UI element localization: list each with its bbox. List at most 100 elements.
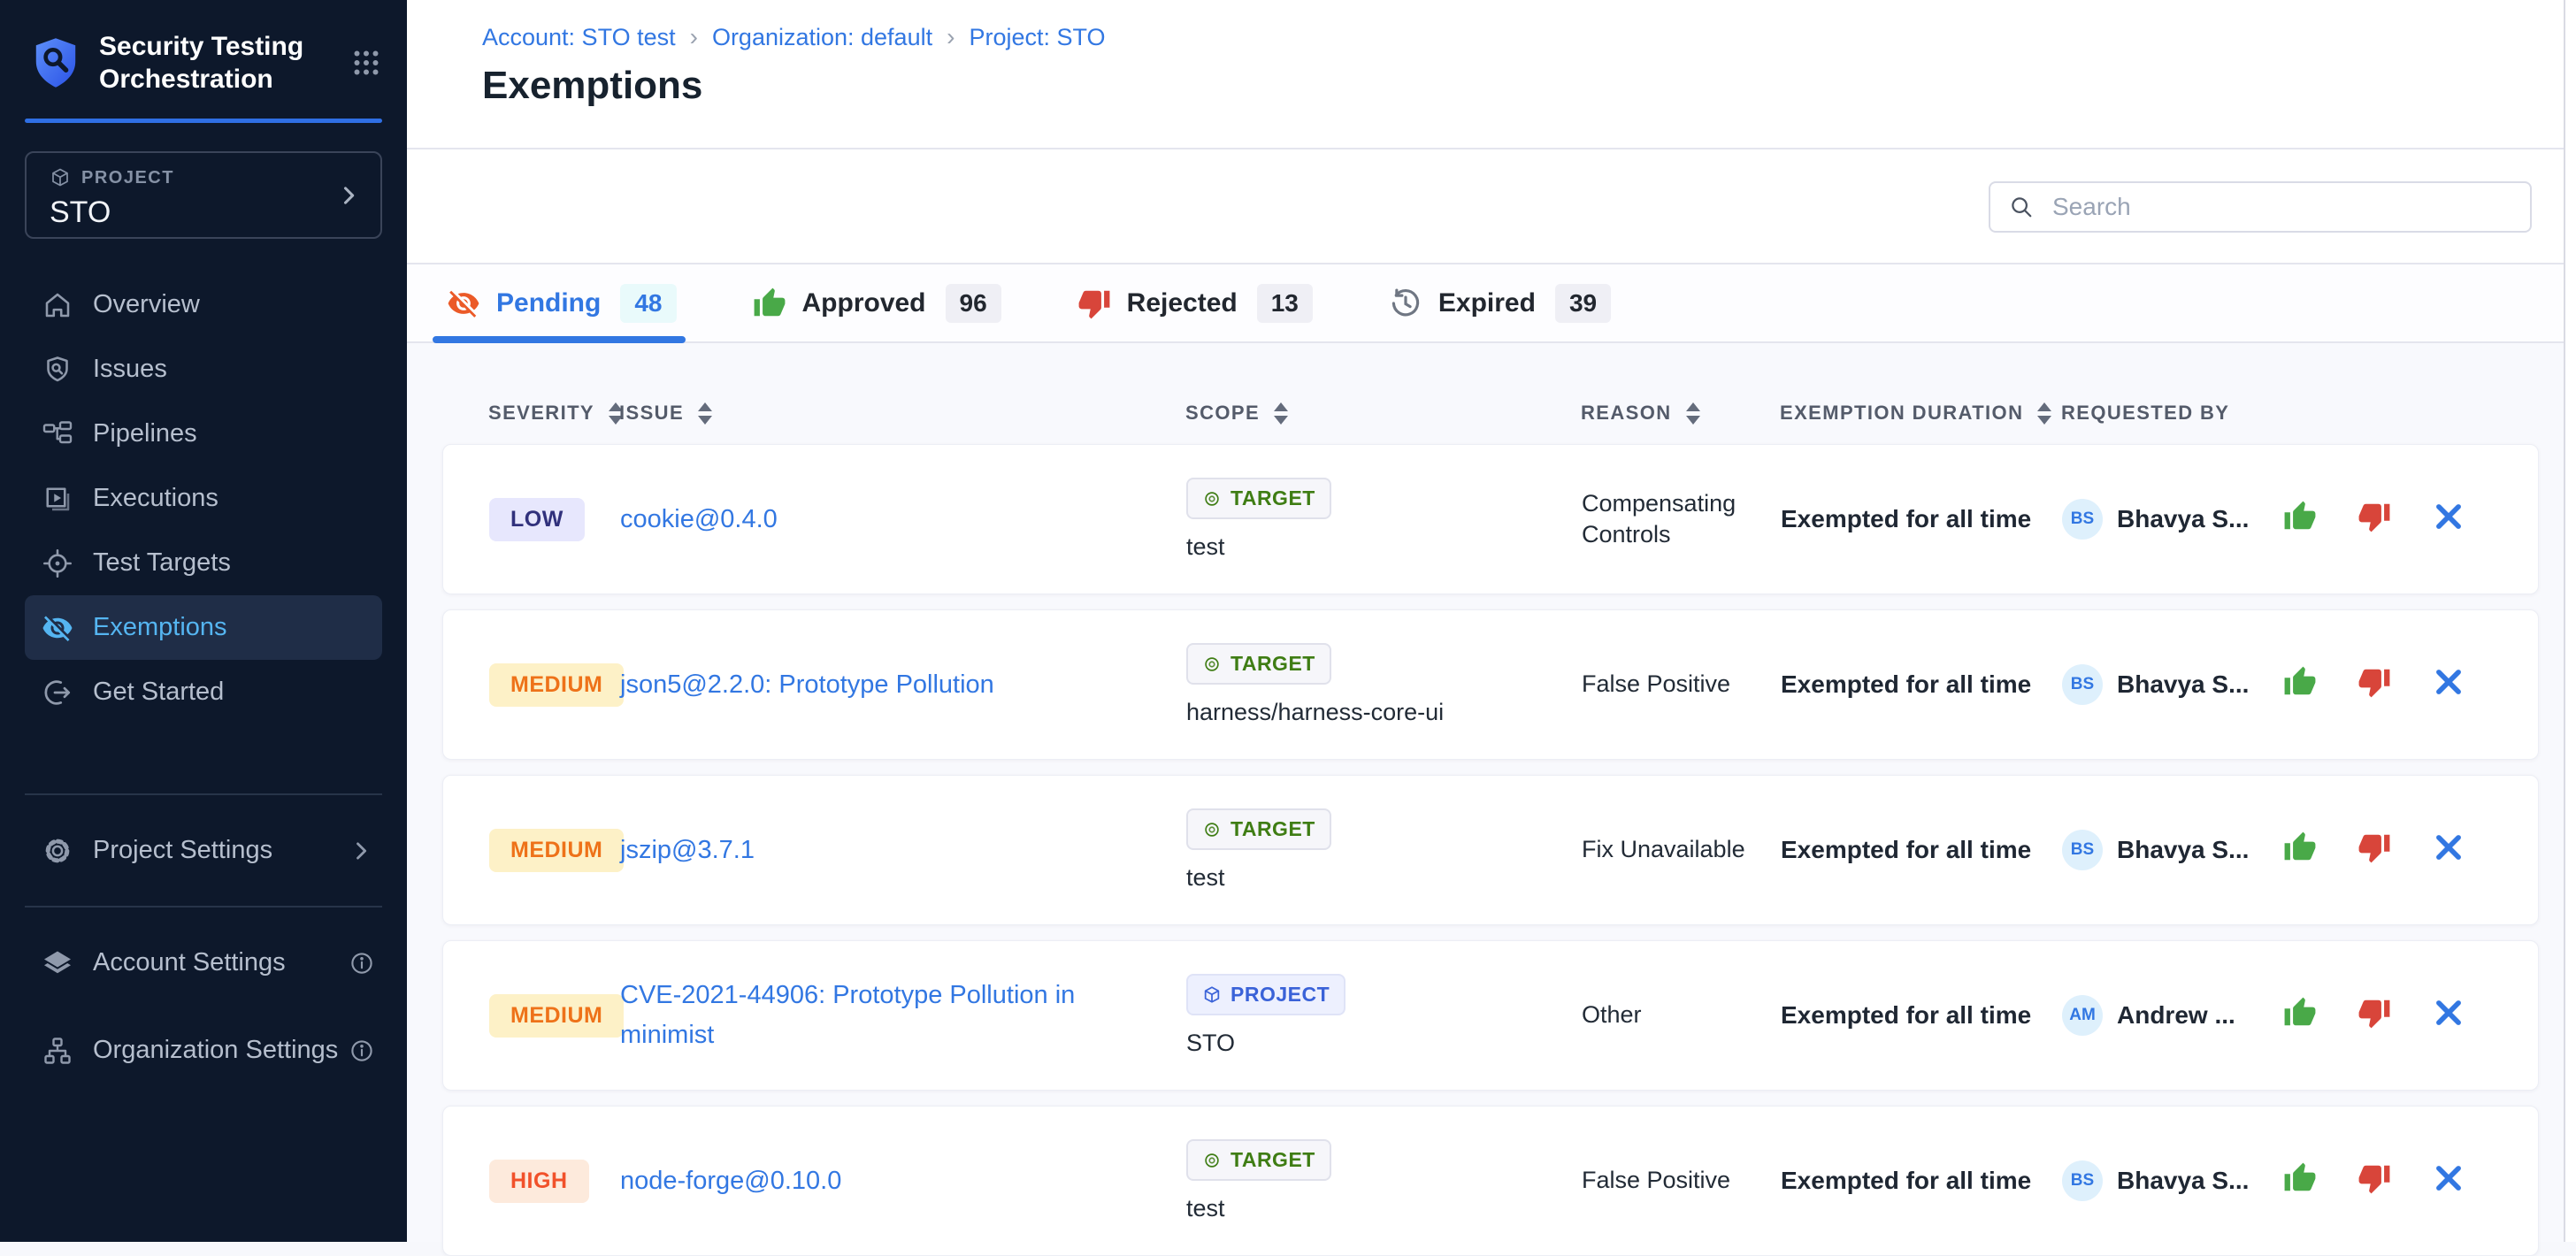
target-icon	[1202, 1151, 1222, 1170]
requester-name: Bhavya S...	[2117, 670, 2249, 699]
avatar: BS	[2062, 1160, 2103, 1201]
scope-badge: TARGET	[1186, 478, 1331, 519]
close-x-icon	[2432, 500, 2465, 533]
search-input[interactable]	[2051, 192, 2512, 222]
breadcrumb-link[interactable]: Account: STO test	[482, 24, 676, 51]
sidebar-header: Security Testing Orchestration	[0, 0, 407, 119]
column-header-requested-by[interactable]: REQUESTED BY	[2061, 402, 2282, 425]
executions-icon	[42, 483, 73, 515]
approve-button[interactable]	[2283, 996, 2322, 1035]
search-icon	[2008, 194, 2035, 220]
layers-icon	[42, 947, 73, 979]
reject-button[interactable]	[2358, 831, 2396, 869]
cancel-button[interactable]	[2432, 500, 2471, 539]
sidebar-item-executions[interactable]: Executions	[0, 466, 407, 531]
breadcrumb-link[interactable]: Project: STO	[969, 24, 1105, 51]
reason: Other	[1582, 1001, 1642, 1028]
exemption-duration: Exempted for all time	[1781, 670, 2031, 698]
sidebar-item-issues[interactable]: Issues	[0, 337, 407, 402]
thumb-up-icon	[2283, 996, 2317, 1030]
sidebar-item-overview[interactable]: Overview	[0, 272, 407, 337]
reject-button[interactable]	[2358, 500, 2396, 539]
cancel-button[interactable]	[2432, 1161, 2471, 1200]
approve-button[interactable]	[2283, 500, 2322, 539]
reason: Fix Unavailable	[1582, 836, 1745, 862]
sort-icon[interactable]	[2037, 402, 2051, 425]
sort-icon[interactable]	[1274, 402, 1288, 425]
eye-off-icon	[42, 612, 73, 644]
target-icon	[1202, 489, 1222, 509]
sidebar: Security Testing Orchestration PROJECT	[0, 0, 407, 1242]
breadcrumb-separator: ›	[947, 23, 954, 51]
reject-button[interactable]	[2358, 665, 2396, 704]
get-started-icon	[42, 677, 73, 708]
table-row: HIGH node-forge@0.10.0 TARGET test False…	[442, 1106, 2539, 1256]
sidebar-item-pipelines[interactable]: Pipelines	[0, 402, 407, 466]
issue-link[interactable]: json5@2.2.0: Prototype Pollution	[620, 665, 994, 705]
tab-pending[interactable]: Pending 48	[447, 264, 677, 341]
home-icon	[42, 289, 73, 321]
scope-badge: TARGET	[1186, 808, 1331, 850]
approve-button[interactable]	[2283, 1161, 2322, 1200]
sidebar-item-account-settings[interactable]: Account Settings	[0, 931, 407, 995]
gear-icon	[42, 835, 73, 867]
sidebar-item-project-settings[interactable]: Project Settings	[0, 818, 407, 883]
issue-link[interactable]: node-forge@0.10.0	[620, 1161, 841, 1201]
sidebar-item-test-targets[interactable]: Test Targets	[0, 531, 407, 595]
scope-badge: PROJECT	[1186, 974, 1346, 1015]
app-root: Security Testing Orchestration PROJECT	[0, 0, 2576, 1242]
close-x-icon	[2432, 665, 2465, 699]
reason: False Positive	[1582, 670, 1730, 697]
cancel-button[interactable]	[2432, 996, 2471, 1035]
target-icon	[42, 548, 73, 579]
issues-shield-icon	[42, 354, 73, 386]
scrollbar-track[interactable]	[2564, 0, 2576, 1242]
table-row: MEDIUM CVE-2021-44906: Prototype Polluti…	[442, 940, 2539, 1091]
thumb-down-icon	[2358, 1161, 2391, 1195]
column-header-exemption-duration[interactable]: EXEMPTION DURATION	[1780, 402, 2061, 425]
column-header-scope[interactable]: SCOPE	[1185, 402, 1581, 425]
cancel-button[interactable]	[2432, 665, 2471, 704]
severity-badge: MEDIUM	[489, 829, 624, 872]
tab-count-badge: 39	[1555, 284, 1611, 323]
exemption-duration: Exempted for all time	[1781, 505, 2031, 532]
exemption-duration: Exempted for all time	[1781, 1001, 2031, 1029]
requester-name: Andrew ...	[2117, 1001, 2235, 1030]
sort-icon[interactable]	[698, 402, 712, 425]
cancel-button[interactable]	[2432, 831, 2471, 869]
breadcrumb-link[interactable]: Organization: default	[712, 24, 932, 51]
table-body: LOW cookie@0.4.0 TARGET test Compensatin…	[442, 444, 2539, 1256]
thumb-down-icon	[2358, 996, 2391, 1030]
sort-icon[interactable]	[1686, 402, 1700, 425]
severity-badge: MEDIUM	[489, 663, 624, 707]
column-header-issue[interactable]: ISSUE	[619, 402, 1185, 425]
app-switcher-grid-icon[interactable]	[350, 47, 382, 79]
thumb-up-icon	[2283, 500, 2317, 533]
approve-button[interactable]	[2283, 831, 2322, 869]
reject-button[interactable]	[2358, 1161, 2396, 1200]
reject-button[interactable]	[2358, 996, 2396, 1035]
close-x-icon	[2432, 996, 2465, 1030]
sto-shield-logo-icon	[32, 36, 80, 89]
search-box[interactable]	[1989, 181, 2532, 233]
column-header-reason[interactable]: REASON	[1581, 402, 1780, 425]
sidebar-item-organization-settings[interactable]: Organization Settings	[0, 1018, 407, 1083]
info-icon	[349, 1038, 375, 1064]
project-selector[interactable]: PROJECT STO	[25, 151, 382, 239]
sidebar-item-get-started[interactable]: Get Started	[0, 660, 407, 724]
project-cube-icon	[50, 167, 71, 188]
issue-link[interactable]: CVE-2021-44906: Prototype Pollution in m…	[620, 976, 1133, 1055]
project-cube-icon	[1202, 985, 1222, 1005]
tab-expired[interactable]: Expired 39	[1389, 264, 1611, 341]
tab-rejected[interactable]: Rejected 13	[1077, 264, 1313, 341]
issue-link[interactable]: jszip@3.7.1	[620, 831, 755, 870]
approve-button[interactable]	[2283, 665, 2322, 704]
tab-approved[interactable]: Approved 96	[753, 264, 1001, 341]
thumb-down-icon	[2358, 831, 2391, 864]
issue-link[interactable]: cookie@0.4.0	[620, 500, 778, 540]
sidebar-item-exemptions[interactable]: Exemptions	[25, 595, 382, 660]
avatar: BS	[2062, 499, 2103, 540]
scope-name: test	[1186, 533, 1225, 561]
info-icon	[349, 950, 375, 976]
column-header-severity[interactable]: SEVERITY	[442, 402, 619, 425]
